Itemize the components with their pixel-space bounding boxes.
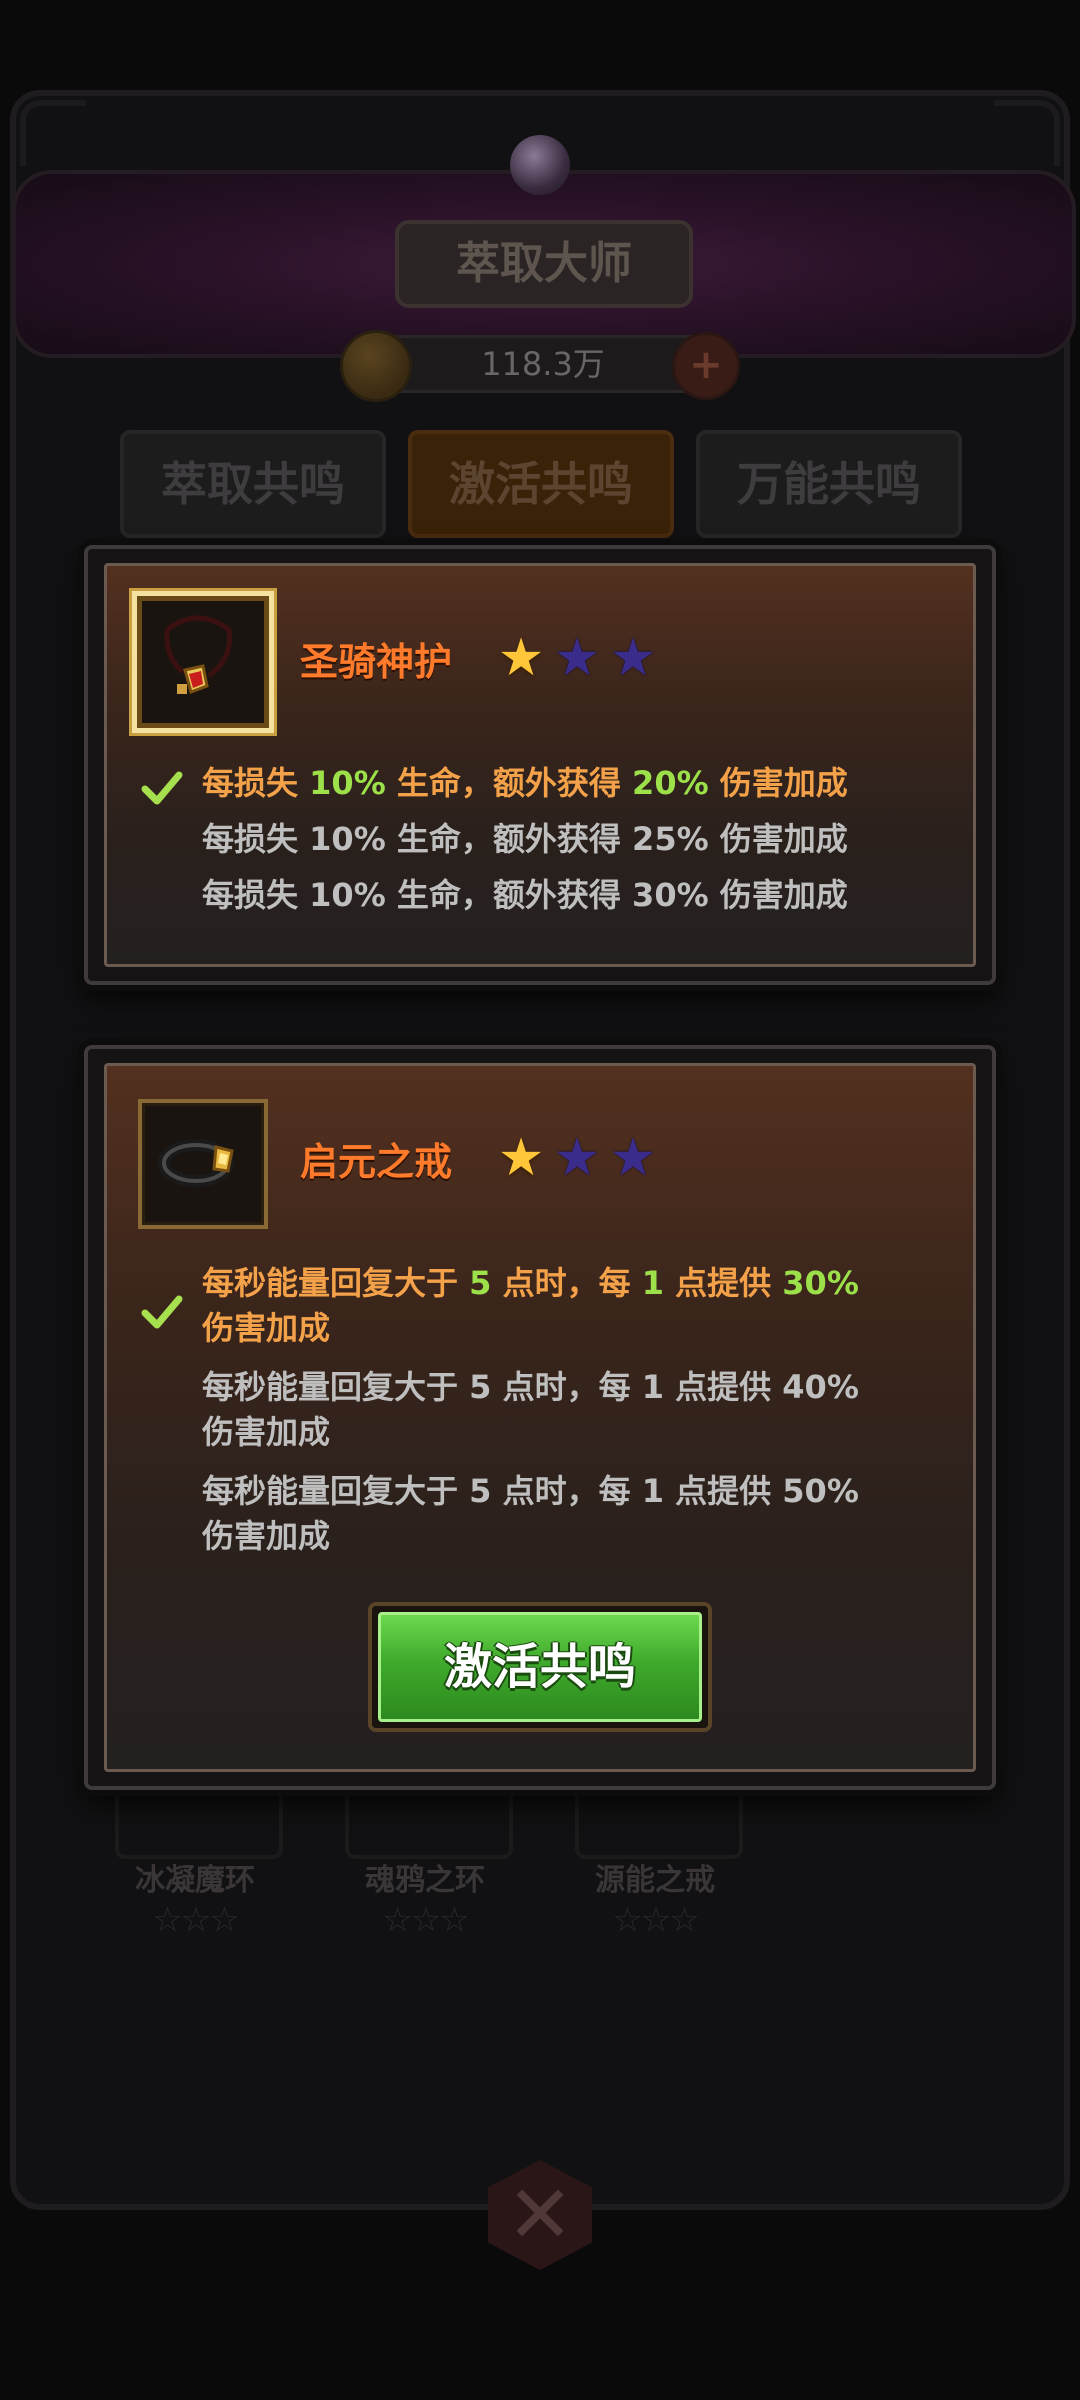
effect-text: 点时，每	[491, 1368, 642, 1406]
item-name: 冰凝魔环	[135, 1863, 255, 1898]
item-slot[interactable]	[115, 1780, 283, 1859]
check-icon	[141, 1295, 183, 1329]
item-icon-slot[interactable]	[138, 1099, 268, 1229]
effect-text: 生命，额外获得	[385, 876, 633, 914]
item-title: 圣骑神护	[300, 640, 453, 684]
corner-ornament	[994, 100, 1060, 166]
effect-text: 点时，每	[491, 1264, 642, 1302]
effect-value: 50%	[782, 1472, 859, 1510]
effect-text: 点时，每	[491, 1472, 642, 1510]
star-empty-icon: ★	[609, 628, 657, 688]
effect-line-1: 每损失 10% 生命，额外获得 20% 伤害加成	[202, 761, 848, 806]
item-title: 启元之戒	[300, 1140, 453, 1184]
effect-text: 点提供	[663, 1368, 783, 1406]
star-empty-icon: ★	[553, 628, 601, 688]
effect-value: 30%	[632, 876, 709, 914]
effect-text: 每损失	[202, 764, 310, 802]
effect-text: 伤害加成	[708, 764, 848, 802]
effect-value: 20%	[632, 764, 709, 802]
effect-value: 40%	[782, 1368, 859, 1406]
item-stars: ☆☆☆	[152, 1900, 239, 1940]
effect-value: 1	[641, 1472, 664, 1510]
add-currency-button[interactable]: +	[672, 332, 740, 400]
effect-value: 5	[469, 1264, 492, 1302]
activate-resonance-button[interactable]: 激活共鸣	[368, 1602, 712, 1732]
effect-line-3: 每秒能量回复大于 5 点时，每 1 点提供 50%	[202, 1469, 859, 1514]
item-slot[interactable]	[345, 1780, 513, 1859]
effect-text: 伤害加成	[708, 820, 848, 858]
effect-line-1: 每秒能量回复大于 5 点时，每 1 点提供 30%	[202, 1261, 859, 1306]
effect-line-3-cont: 伤害加成	[202, 1517, 331, 1555]
star-filled-icon: ★	[497, 1128, 545, 1188]
effect-text: 每损失	[202, 876, 310, 914]
star-filled-icon: ★	[497, 628, 545, 688]
effect-text: 每秒能量回复大于	[202, 1368, 470, 1406]
item-slot[interactable]	[575, 1780, 743, 1859]
item-name: 魂鸦之环	[365, 1863, 485, 1898]
effect-value: 30%	[782, 1264, 859, 1302]
effect-text: 每损失	[202, 820, 310, 858]
effect-line-1-cont: 伤害加成	[202, 1309, 331, 1347]
effect-line-2: 每秒能量回复大于 5 点时，每 1 点提供 40%	[202, 1365, 859, 1410]
corner-ornament	[20, 100, 86, 166]
effect-text: 生命，额外获得	[385, 820, 633, 858]
effect-text: 每秒能量回复大于	[202, 1264, 470, 1302]
coin-icon	[340, 330, 412, 402]
star-empty-icon: ★	[553, 1128, 601, 1188]
effect-value: 5	[469, 1472, 492, 1510]
item-icon-slot[interactable]	[132, 591, 274, 733]
tab-universal-resonance[interactable]: 万能共鸣	[696, 430, 962, 538]
effect-text: 点提供	[663, 1264, 783, 1302]
effect-value: 1	[641, 1264, 664, 1302]
effect-text: 伤害加成	[708, 876, 848, 914]
tab-activate-resonance[interactable]: 激活共鸣	[408, 430, 674, 538]
ring-icon	[158, 1139, 234, 1187]
resonance-card-1: 圣骑神护 ★ ★ ★ 每损失 10% 生命，额外获得 20% 伤害加成 每损失 …	[84, 545, 996, 985]
check-icon	[141, 771, 183, 805]
effect-value: 10%	[309, 820, 386, 858]
effect-line-3: 每损失 10% 生命，额外获得 30% 伤害加成	[202, 873, 848, 918]
effect-text: 生命，额外获得	[385, 764, 633, 802]
orb-icon	[510, 135, 570, 195]
effect-value: 10%	[309, 764, 386, 802]
item-name: 源能之戒	[595, 1863, 715, 1898]
effect-value: 1	[641, 1368, 664, 1406]
effect-line-2-cont: 伤害加成	[202, 1413, 331, 1451]
effect-value: 25%	[632, 820, 709, 858]
activate-button-label: 激活共鸣	[378, 1612, 702, 1722]
effect-value: 5	[469, 1368, 492, 1406]
effect-text: 每秒能量回复大于	[202, 1472, 470, 1510]
effect-value: 10%	[309, 876, 386, 914]
star-rating: ★ ★ ★	[494, 631, 660, 685]
item-stars: ☆☆☆	[612, 1900, 699, 1940]
star-rating: ★ ★ ★	[494, 1131, 660, 1185]
item-stars: ☆☆☆	[382, 1900, 469, 1940]
tab-extract-resonance[interactable]: 萃取共鸣	[120, 430, 386, 538]
star-empty-icon: ★	[609, 1128, 657, 1188]
effect-text: 点提供	[663, 1472, 783, 1510]
effect-line-2: 每损失 10% 生命，额外获得 25% 伤害加成	[202, 817, 848, 862]
necklace-icon	[164, 615, 233, 694]
page-title: 萃取大师	[395, 220, 693, 308]
